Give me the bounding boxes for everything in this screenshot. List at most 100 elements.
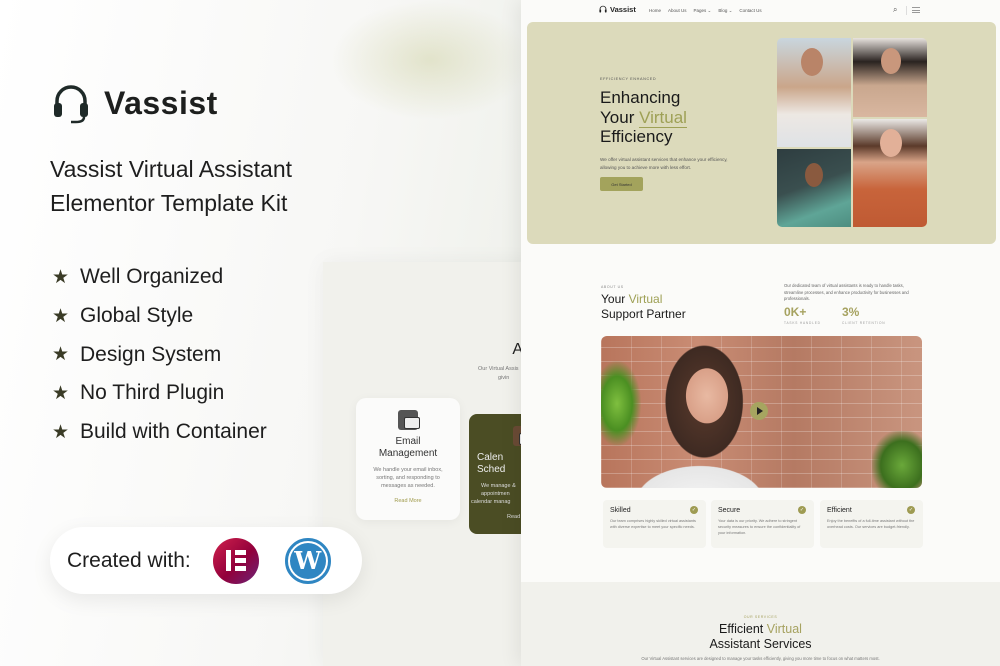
services-description: Our Virtual Assistant services are desig…	[641, 656, 880, 661]
services-eyebrow: OUR SERVICES	[743, 615, 778, 619]
feature-card-text: Our team comprises highly skilled virtua…	[610, 519, 696, 529]
assistant-photo	[777, 38, 851, 147]
feature-card-title: Efficient	[827, 507, 852, 514]
hero-photo-grid	[777, 38, 927, 227]
stat-retention: 3% CLIENT RETENTION	[842, 305, 885, 325]
nav-link-contact[interactable]: Contact Us	[739, 8, 761, 14]
nav-link-pages[interactable]: Pages ⌄	[694, 8, 712, 14]
created-with-badge: Created with: W	[50, 527, 362, 594]
star-icon: ★	[52, 421, 70, 443]
feature-item: ★ Well Organized	[52, 258, 267, 297]
assistant-photo	[853, 119, 927, 227]
services-heading-text: Efficient	[719, 622, 767, 636]
service-card-title: Email Management	[356, 436, 460, 460]
hero-title-line: Enhancing	[600, 88, 681, 107]
about-title-accent: Virtual	[628, 292, 663, 306]
about-title-text: Your	[601, 292, 629, 306]
nav-link-about[interactable]: About Us	[668, 8, 687, 14]
text-line: appointmen	[481, 491, 510, 497]
services-section: OUR SERVICES Efficient Virtual Assistant…	[521, 582, 1000, 666]
feature-label: Well Organized	[80, 265, 224, 289]
stat-tasks: 0K+ TASKS HANDLED	[784, 305, 821, 325]
wordpress-icon: W	[284, 537, 331, 584]
about-title-line: Your Virtual	[601, 292, 686, 307]
feature-list: ★ Well Organized ★ Global Style ★ Design Sy…	[52, 258, 267, 451]
star-icon: ★	[52, 266, 70, 288]
services-heading-accent: Virtual	[766, 622, 802, 636]
brand-name: Vassist	[104, 84, 218, 121]
kit-title-line-2: Elementor Template Kit	[50, 190, 288, 216]
site-logo[interactable]: Vassist	[599, 5, 636, 14]
hero-title-accent: Virtual	[639, 107, 687, 128]
elementor-icon	[212, 537, 259, 584]
email-icon	[398, 410, 420, 430]
feature-item: ★ Global Style	[52, 297, 267, 336]
site-logo-text: Vassist	[610, 5, 636, 14]
stat-value: 3%	[842, 305, 860, 319]
kit-title: Vassist Virtual Assistant Elementor Temp…	[50, 152, 292, 220]
check-icon: ✓	[690, 506, 698, 514]
feature-card-title: Secure	[718, 507, 741, 514]
star-icon: ★	[52, 382, 70, 404]
feature-label: Global Style	[80, 304, 194, 328]
get-started-button[interactable]: Get Started	[600, 177, 643, 191]
menu-icon[interactable]	[912, 7, 920, 13]
brand-logo: Vassist	[52, 82, 218, 124]
hero-title-line: Your Virtual	[600, 107, 687, 128]
hero-description: We offer virtual assistant services that…	[600, 157, 728, 170]
title-line: Email	[395, 436, 421, 447]
read-more-link[interactable]: Read More	[356, 498, 460, 504]
search-icon[interactable]: ⌕	[893, 5, 897, 15]
feature-item: ★ Build with Container	[52, 413, 267, 452]
assistant-photo	[777, 149, 851, 227]
stat-value: 0K+	[784, 305, 807, 319]
about-eyebrow: ABOUT US	[601, 285, 624, 289]
feature-label: Design System	[80, 342, 222, 366]
feature-label: No Third Plugin	[80, 381, 225, 405]
headset-icon	[599, 5, 607, 13]
hero-eyebrow: EFFICIENCY ENHANCED	[600, 77, 657, 81]
nav-links: Home About Us Pages ⌄ Blog ⌄ Contact Us	[649, 8, 762, 14]
feature-item: ★ No Third Plugin	[52, 374, 267, 413]
play-icon[interactable]	[750, 402, 768, 420]
text-line: We manage &	[481, 483, 516, 489]
title-line: Management	[378, 448, 438, 459]
stat-label: CLIENT RETENTION	[842, 321, 886, 325]
plant-image	[601, 361, 641, 446]
check-icon: ✓	[907, 506, 915, 514]
text-line: calendar manag	[471, 499, 511, 505]
feature-card-efficient: Efficient Enjoy the benefits of a full-t…	[820, 500, 923, 548]
services-heading: Efficient Virtual Assistant Services	[521, 622, 1000, 652]
feature-card-skilled: Skilled Our team comprises highly skille…	[603, 500, 706, 548]
star-icon: ★	[52, 344, 70, 366]
service-card-text: We manage & appointmen calendar manag	[471, 482, 525, 506]
plant-image	[872, 431, 922, 488]
site-navbar: Vassist Home About Us Pages ⌄ Blog ⌄ Con…	[521, 0, 1000, 22]
check-icon: ✓	[798, 506, 806, 514]
nav-link-blog[interactable]: Blog ⌄	[718, 8, 732, 14]
website-preview: Vassist Home About Us Pages ⌄ Blog ⌄ Con…	[521, 0, 1000, 666]
services-page-preview: E As Our Virtual Assis givin Email Manag…	[323, 262, 533, 666]
feature-item: ★ Design System	[52, 335, 267, 374]
headset-icon	[54, 85, 88, 124]
hero-title: Enhancing Your Virtual Efficiency	[600, 88, 687, 147]
background-glow	[330, 0, 530, 120]
stat-label: TASKS HANDLED	[784, 321, 821, 325]
star-icon: ★	[52, 305, 70, 327]
feature-card-text: Your data is our priority. We adhere to …	[718, 519, 801, 535]
nav-link-home[interactable]: Home	[649, 8, 661, 14]
kit-title-line-1: Vassist Virtual Assistant	[50, 156, 293, 182]
service-card-text: We handle your email inbox, sorting, and…	[373, 467, 443, 489]
feature-card-secure: Secure Your data is our priority. We adh…	[711, 500, 814, 548]
services-heading-line: Assistant Services	[709, 637, 812, 651]
feature-label: Build with Container	[80, 420, 267, 444]
intro-video[interactable]	[601, 336, 922, 488]
created-with-label: Created with:	[67, 548, 191, 572]
hero-title-line: Efficiency	[600, 127, 673, 146]
hero-title-text: Your	[600, 107, 640, 127]
about-title: Your Virtual Support Partner	[601, 292, 686, 322]
services-heading-line: Efficient Virtual	[521, 622, 1000, 637]
about-title-line: Support Partner	[601, 307, 686, 321]
service-card-email[interactable]: Email Management We handle your email in…	[356, 398, 460, 520]
about-description: Our dedicated team of virtual assistants…	[784, 283, 909, 301]
